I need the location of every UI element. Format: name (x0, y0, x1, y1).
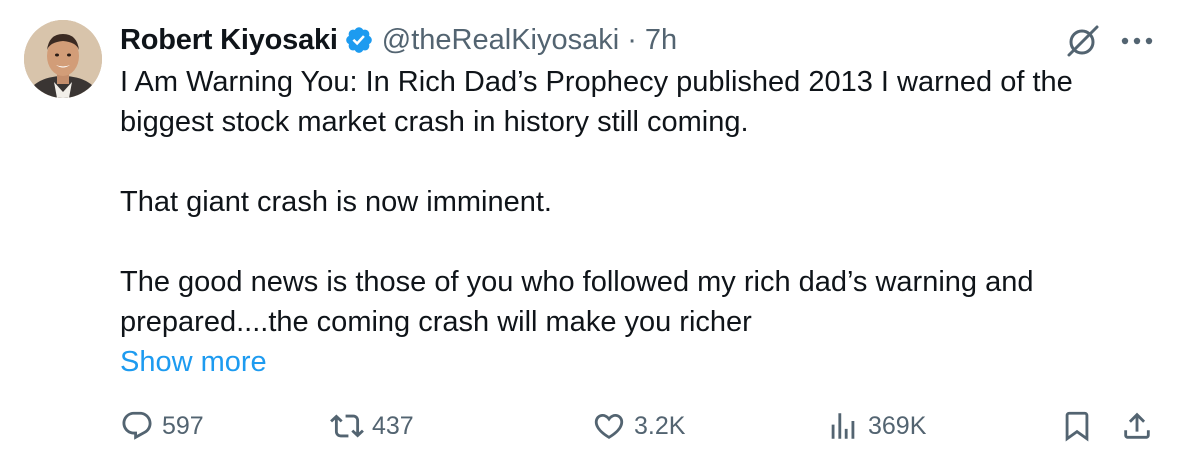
grok-button[interactable] (1064, 24, 1102, 58)
display-name[interactable]: Robert Kiyosaki (120, 24, 338, 57)
views-button[interactable]: 369K (826, 404, 926, 448)
like-icon (594, 413, 624, 439)
tweet-paragraph-3: The good news is those of you who follow… (120, 266, 1034, 338)
author-handle[interactable]: @theRealKiyosaki (382, 24, 619, 57)
tweet-actions: 597 437 3.2K 369K (120, 404, 1160, 448)
repost-button[interactable]: 437 (330, 404, 414, 448)
tweet-header: Robert Kiyosaki @theRealKiyosaki · 7h (120, 22, 677, 58)
tweet-time[interactable]: 7h (645, 24, 677, 57)
reply-button[interactable]: 597 (120, 404, 204, 448)
avatar[interactable] (24, 20, 102, 98)
repost-icon (330, 414, 364, 438)
tweet-paragraph-2: That giant crash is now imminent. (120, 186, 552, 218)
repost-count: 437 (372, 411, 414, 440)
share-button[interactable] (1120, 404, 1162, 448)
tweet: Robert Kiyosaki @theRealKiyosaki · 7h I … (0, 0, 1186, 466)
grok-icon (1067, 25, 1099, 57)
like-count: 3.2K (634, 411, 686, 440)
bookmark-button[interactable] (1060, 404, 1102, 448)
avatar-photo-icon (24, 20, 102, 98)
share-icon (1124, 412, 1150, 439)
reply-icon (122, 411, 152, 440)
bookmark-icon (1065, 411, 1089, 442)
verified-badge-icon[interactable] (344, 25, 374, 55)
show-more-link[interactable]: Show more (120, 342, 1160, 382)
views-icon (831, 413, 855, 439)
tweet-paragraph-1: I Am Warning You: In Rich Dad’s Prophecy… (120, 66, 1073, 138)
separator-dot: · (627, 23, 637, 56)
reply-count: 597 (162, 411, 204, 440)
tweet-text: I Am Warning You: In Rich Dad’s Prophecy… (120, 62, 1160, 382)
more-options-button[interactable] (1115, 24, 1159, 58)
more-dots-icon (1121, 37, 1153, 45)
views-count: 369K (868, 411, 927, 440)
like-button[interactable]: 3.2K (592, 404, 685, 448)
